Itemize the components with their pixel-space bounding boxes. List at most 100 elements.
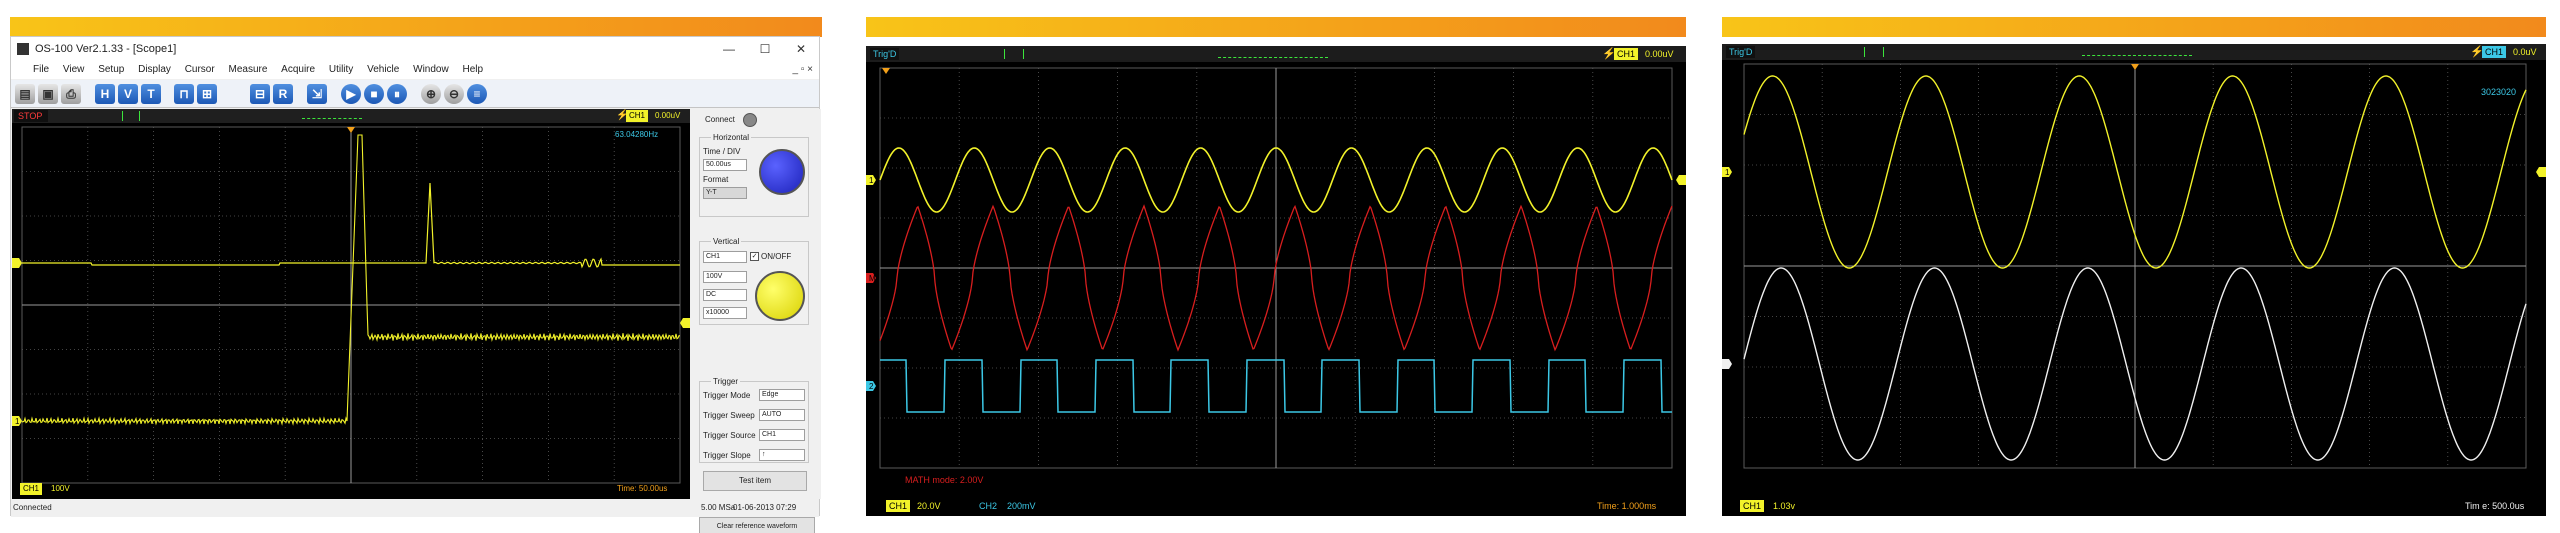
scope-display[interactable]: STOP ⚡ CH1 0.00uV 1 63.04280Hz CH1 100V … [12, 109, 690, 499]
trigger-mode-select[interactable]: Edge [759, 389, 805, 401]
menu-file[interactable]: File [33, 61, 49, 79]
test-item-button[interactable]: Test item [703, 471, 807, 491]
channel-tag: CH1 [626, 110, 649, 122]
trigger-readout: 0.00uV [1645, 49, 1674, 59]
minimize-icon[interactable]: — [711, 37, 747, 61]
stop-icon[interactable]: ■ [364, 84, 384, 104]
trigger-slope-select[interactable]: ↑ [759, 449, 805, 461]
time-div-select[interactable]: 50.00us [703, 159, 747, 171]
menu-setup[interactable]: Setup [98, 61, 124, 79]
window-title: OS-100 Ver2.1.33 - [Scope1] [35, 43, 177, 55]
title-bar: OS-100 Ver2.1.33 - [Scope1] — ☐ ✕ [11, 37, 819, 61]
menu-cursor[interactable]: Cursor [185, 61, 215, 79]
ch1-bottom-value: 100V [51, 484, 70, 493]
h-cursor-icon[interactable]: H [95, 84, 115, 104]
time-readout: Tim e: 500.0us [2465, 501, 2525, 511]
export-icon[interactable]: ⇲ [307, 84, 327, 104]
channel-tag: CH1 [2482, 46, 2507, 58]
coupling-select[interactable]: DC [703, 289, 747, 301]
menu-window[interactable]: Window [413, 61, 449, 79]
ch2-marker [1722, 359, 1732, 369]
toolbar: ▤ ▣ ⎙ H V T ⊓ ⊞ R ⊟ ⇲ ▶ ■ ⏸ ⊕ ⊖ ≡ [11, 80, 819, 108]
volts-div-select[interactable]: 100V [703, 271, 747, 283]
menu-acquire[interactable]: Acquire [281, 61, 315, 79]
menu-display[interactable]: Display [138, 61, 171, 79]
trigger-position-marker [882, 68, 890, 74]
close-icon[interactable]: ✕ [783, 37, 819, 61]
menu-utility[interactable]: Utility [329, 61, 353, 79]
scope-panel-2[interactable]: Trig'D ⚡ CH1 0.00uV 1 M 2 MATH mode: 2.00V… [866, 46, 1686, 516]
channel-select[interactable]: CH1 [703, 251, 747, 263]
new-icon[interactable]: ▤ [15, 84, 35, 104]
trigger-level-marker [2536, 167, 2546, 177]
date-time: 01-06-2013 07:29 [733, 503, 797, 512]
trigger-sweep-label: Trigger Sweep [703, 411, 755, 420]
time-readout: Time: 1.000ms [1597, 501, 1657, 511]
ch1-marker-label: 1 [15, 417, 20, 426]
zoom-icon[interactable]: ⊞ [197, 84, 217, 104]
menu-help[interactable]: Help [462, 61, 483, 79]
run-icon[interactable]: ▶ [341, 84, 361, 104]
menu-view[interactable]: View [63, 61, 85, 79]
ch2-bottom-tag: CH2 [979, 501, 998, 511]
status-tag: STOP [14, 110, 48, 122]
zoom-out-icon[interactable]: ⊖ [444, 84, 464, 104]
ch2-marker-label: 2 [869, 382, 874, 391]
time-readout: Time: 50.00us [617, 484, 668, 493]
format-select[interactable]: Y-T [703, 187, 747, 199]
math-marker-label: M [869, 274, 876, 283]
scope-status-bar: Trig'D ⚡ CH1 0.00uV [866, 46, 1686, 62]
trigger-slope-label: Trigger Slope [703, 451, 751, 460]
trigger-level-marker [1676, 175, 1686, 185]
trigger-mode-label: Trigger Mode [703, 391, 751, 400]
onoff-label: ON/OFF [761, 252, 792, 261]
clear-reference-button[interactable]: Clear reference waveform [699, 517, 815, 533]
format-label: Format [703, 175, 729, 184]
mdi-window-controls[interactable]: _ ▫ × [792, 61, 813, 79]
print-icon[interactable]: ⎙ [61, 84, 81, 104]
step-icon[interactable]: ⏸ [387, 84, 407, 104]
header-strip-1 [10, 17, 822, 37]
trigger-level-marker [680, 318, 690, 328]
connect-label: Connect [705, 115, 735, 124]
r-icon[interactable]: R [273, 84, 293, 104]
zoom-in-icon[interactable]: ⊕ [421, 84, 441, 104]
header-strip-3 [1722, 17, 2546, 37]
menu-vehicle[interactable]: Vehicle [367, 61, 399, 79]
horizontal-label: Horizontal [711, 133, 752, 142]
waveform-preview [2082, 50, 2192, 56]
waveform-preview [1218, 52, 1328, 58]
menu-measure[interactable]: Measure [228, 61, 267, 79]
onoff-checkbox[interactable]: ✓ [750, 252, 759, 261]
t-icon[interactable]: T [141, 84, 161, 104]
waveform-preview [302, 113, 362, 119]
trigger-sweep-select[interactable]: AUTO [759, 409, 805, 421]
scope-status-bar: STOP ⚡ CH1 0.00uV [12, 109, 690, 123]
time-div-knob[interactable] [759, 149, 805, 195]
save-icon[interactable]: ▣ [38, 84, 58, 104]
fit-icon[interactable]: ≡ [467, 84, 487, 104]
frequency-readout: 63.04280Hz [615, 130, 659, 139]
measure-icon[interactable]: ⊓ [174, 84, 194, 104]
triptych-canvas: OS-100 Ver2.1.33 - [Scope1] — ☐ ✕ File V… [0, 0, 2560, 533]
trigger-source-select[interactable]: CH1 [759, 429, 805, 441]
v-cursor-icon[interactable]: V [118, 84, 138, 104]
scope-status-bar: Trig'D ⚡ CH1 0.0uV [1722, 44, 2546, 60]
connect-indicator-icon[interactable] [743, 113, 757, 127]
trigger-position-marker [2131, 64, 2139, 70]
trigger-pulse-icon [1864, 47, 1884, 57]
ch1-bottom-tag: CH1 [1740, 500, 1765, 512]
scope-panel-3[interactable]: Trig'D ⚡ CH1 0.0uV 1 3023020 CH1 1.03v T… [1722, 44, 2546, 516]
trigger-source-label: Trigger Source [703, 431, 756, 440]
probe-select[interactable]: x10000 [703, 307, 747, 319]
app-icon [17, 43, 29, 55]
status-tag: Trig'D [1726, 46, 1756, 58]
trigger-readout: 0.00uV [655, 111, 681, 120]
oscilloscope-app-window: OS-100 Ver2.1.33 - [Scope1] — ☐ ✕ File V… [10, 36, 821, 533]
grid-icon[interactable]: ⊟ [250, 84, 270, 104]
ch1-ref-marker [12, 258, 22, 268]
trigger-position-marker [347, 127, 355, 133]
volts-div-knob[interactable] [755, 271, 805, 321]
maximize-icon[interactable]: ☐ [747, 37, 783, 61]
scope-plot: 1 [12, 126, 690, 484]
